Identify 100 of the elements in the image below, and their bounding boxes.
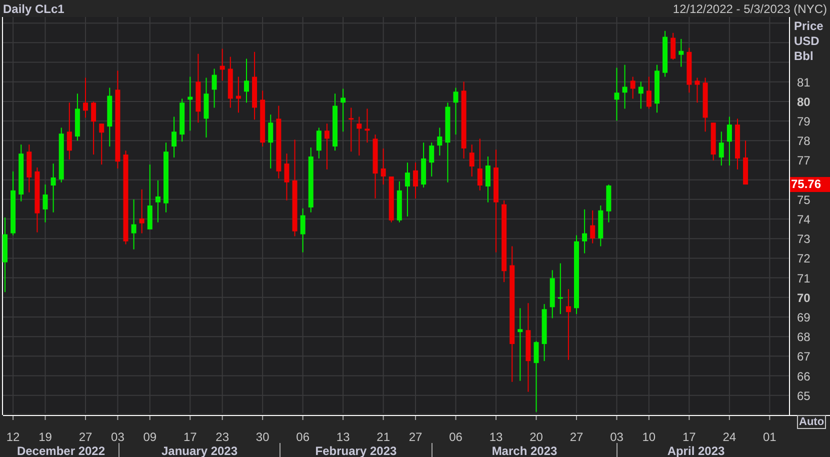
falling-candlestick xyxy=(260,90,266,148)
falling-candlestick xyxy=(228,56,233,108)
date-axis-label: 27 xyxy=(78,430,92,444)
rising-candlestick xyxy=(300,208,306,253)
chart-title: Daily CLc1 xyxy=(3,0,64,18)
date-axis-label: 21 xyxy=(376,430,390,444)
rising-candlestick xyxy=(42,184,48,223)
date-axis-label: 20 xyxy=(530,430,543,444)
falling-candlestick xyxy=(743,140,748,186)
falling-candlestick xyxy=(670,32,676,60)
date-axis-label: 30 xyxy=(256,430,270,444)
rising-candlestick xyxy=(155,180,160,223)
date-axis-label: 27 xyxy=(408,430,422,444)
axis-unit-label: Bbl xyxy=(794,49,814,63)
date-axis-label: 03 xyxy=(111,430,124,444)
price-axis-label: 73 xyxy=(797,232,810,246)
rising-candlestick xyxy=(244,58,249,104)
price-axis-label: 77 xyxy=(797,154,810,168)
date-axis-label: 24 xyxy=(722,430,736,444)
date-axis-label: 17 xyxy=(183,430,197,444)
price-axis-label: 79 xyxy=(797,114,810,129)
date-axis-label: 19 xyxy=(38,430,52,444)
rising-candlestick xyxy=(316,127,322,159)
falling-candlestick xyxy=(196,53,201,124)
date-axis-label: 10 xyxy=(642,430,656,444)
rising-candlestick xyxy=(542,304,547,362)
falling-candlestick xyxy=(694,77,700,104)
date-axis-label: 06 xyxy=(296,430,310,444)
rising-candlestick xyxy=(638,81,644,110)
falling-candlestick xyxy=(236,76,241,114)
falling-candlestick xyxy=(372,134,378,199)
rising-candlestick xyxy=(180,98,185,142)
falling-candlestick xyxy=(380,148,386,186)
date-axis-label: 06 xyxy=(449,430,462,444)
price-axis-label: 69 xyxy=(797,310,810,324)
rising-candlestick xyxy=(726,116,732,166)
rising-candlestick xyxy=(662,30,668,78)
price-axis-label: 81 xyxy=(797,75,810,90)
month-axis-label: December 2022 xyxy=(16,444,106,457)
falling-candlestick xyxy=(388,176,394,223)
price-axis-label: 78 xyxy=(797,134,810,148)
falling-candlestick xyxy=(477,138,482,191)
price-axis-label: 67 xyxy=(797,350,810,364)
falling-candlestick xyxy=(348,107,354,152)
falling-candlestick xyxy=(66,102,72,160)
date-range: 12/12/2022 - 5/3/2023 (NYC) xyxy=(672,0,827,18)
falling-candlestick xyxy=(284,153,290,201)
falling-candlestick xyxy=(364,108,370,144)
price-axis-label: 68 xyxy=(797,330,810,344)
axis-unit-label: USD xyxy=(794,34,820,48)
rising-candlestick xyxy=(654,64,660,114)
rising-candlestick xyxy=(558,262,563,315)
price-axis-label: 74 xyxy=(797,212,810,227)
rising-candlestick xyxy=(18,144,24,202)
price-axis-label: 66 xyxy=(797,369,810,384)
price-axis-label: 71 xyxy=(797,271,810,286)
date-axis-label: 27 xyxy=(570,430,584,444)
falling-candlestick xyxy=(220,48,225,82)
falling-candlestick xyxy=(710,122,716,161)
date-axis-label: 03 xyxy=(610,430,624,444)
price-axis-label: 75 xyxy=(797,192,810,207)
rising-candlestick xyxy=(396,180,402,223)
falling-candlestick xyxy=(26,144,32,193)
date-axis-label: 23 xyxy=(216,430,230,444)
date-axis-label: 09 xyxy=(143,430,157,444)
rising-candlestick xyxy=(598,205,604,247)
falling-candlestick xyxy=(91,101,96,156)
rising-candlestick xyxy=(58,127,64,183)
rising-candlestick xyxy=(421,142,426,188)
falling-candlestick xyxy=(469,144,474,177)
rising-candlestick xyxy=(131,198,136,250)
rising-candlestick xyxy=(485,156,490,203)
falling-candlestick xyxy=(646,76,652,110)
rising-candlestick xyxy=(340,88,346,132)
rising-candlestick xyxy=(204,77,209,138)
last-price-tag: 75.76 xyxy=(790,176,830,192)
rising-candlestick xyxy=(437,127,442,156)
price-axis-label: 72 xyxy=(797,252,810,266)
rising-candlestick xyxy=(147,164,152,230)
rising-candlestick xyxy=(614,67,620,122)
month-axis-label: March 2023 xyxy=(492,444,558,457)
falling-candlestick xyxy=(252,51,258,120)
rising-candlestick xyxy=(332,93,338,152)
date-axis-label: 01 xyxy=(763,430,776,444)
falling-candlestick xyxy=(99,123,104,166)
rising-candlestick xyxy=(188,76,193,132)
rising-candlestick xyxy=(606,184,612,223)
falling-candlestick xyxy=(356,116,362,156)
falling-candlestick xyxy=(83,77,88,118)
rising-candlestick xyxy=(622,64,628,110)
auto-scale-button[interactable]: Auto xyxy=(797,415,826,429)
falling-candlestick xyxy=(590,210,596,244)
date-axis-label: 17 xyxy=(682,430,696,444)
date-axis-label: 13 xyxy=(336,430,350,444)
rising-candlestick xyxy=(268,114,274,169)
falling-candlestick xyxy=(34,166,40,233)
price-axis-label: 80 xyxy=(797,94,810,109)
falling-candlestick xyxy=(702,77,708,132)
falling-candlestick xyxy=(686,47,692,94)
rising-candlestick xyxy=(172,116,177,158)
